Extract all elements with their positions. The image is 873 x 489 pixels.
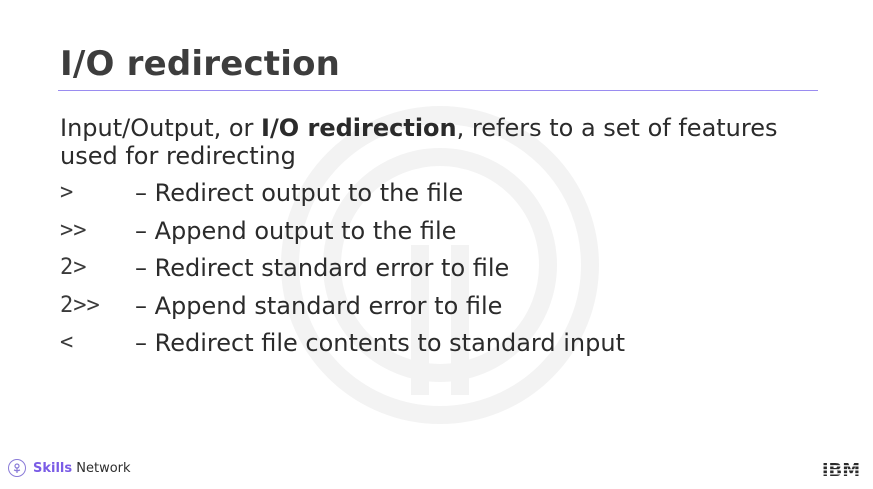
operator-list: > – Redirect output to the file >> – App… <box>60 176 830 364</box>
operator-row: > – Redirect output to the file <box>60 176 830 214</box>
operator-description: – Redirect output to the file <box>135 179 464 207</box>
intro-paragraph: Input/Output, or I/O redirection, refers… <box>60 114 830 170</box>
slide-title: I/O redirection <box>60 44 341 84</box>
operator-description: – Append standard error to file <box>135 291 503 320</box>
operator-symbol: 2> <box>60 255 87 280</box>
operator-row: < – Redirect file contents to standard i… <box>60 326 830 364</box>
operator-row: 2> – Redirect standard error to file <box>60 251 830 289</box>
operator-description: – Redirect standard error to file <box>135 254 510 282</box>
operator-symbol: >> <box>60 217 87 243</box>
skills-network-wordmark: Skills Network <box>33 460 131 476</box>
operator-symbol: 2>> <box>60 292 100 318</box>
svg-text:IBM: IBM <box>822 460 860 479</box>
operator-description: – Append output to the file <box>135 216 457 245</box>
operator-description: – Redirect file contents to standard inp… <box>135 329 625 357</box>
intro-bold-term: I/O redirection <box>261 114 457 142</box>
operator-row: 2>> – Append standard error to file <box>60 289 830 327</box>
operator-symbol: < <box>60 330 74 355</box>
operator-row: >> – Append output to the file <box>60 214 830 252</box>
ibm-logo-icon: IBM <box>822 460 860 479</box>
intro-text-before: Input/Output, or <box>60 114 262 142</box>
skills-network-logo-icon <box>8 459 26 477</box>
skills-network-logo: Skills Network <box>8 459 131 477</box>
operator-symbol: > <box>60 180 74 205</box>
slide: I/O redirection Input/Output, or I/O red… <box>0 0 873 489</box>
title-divider <box>58 90 818 91</box>
